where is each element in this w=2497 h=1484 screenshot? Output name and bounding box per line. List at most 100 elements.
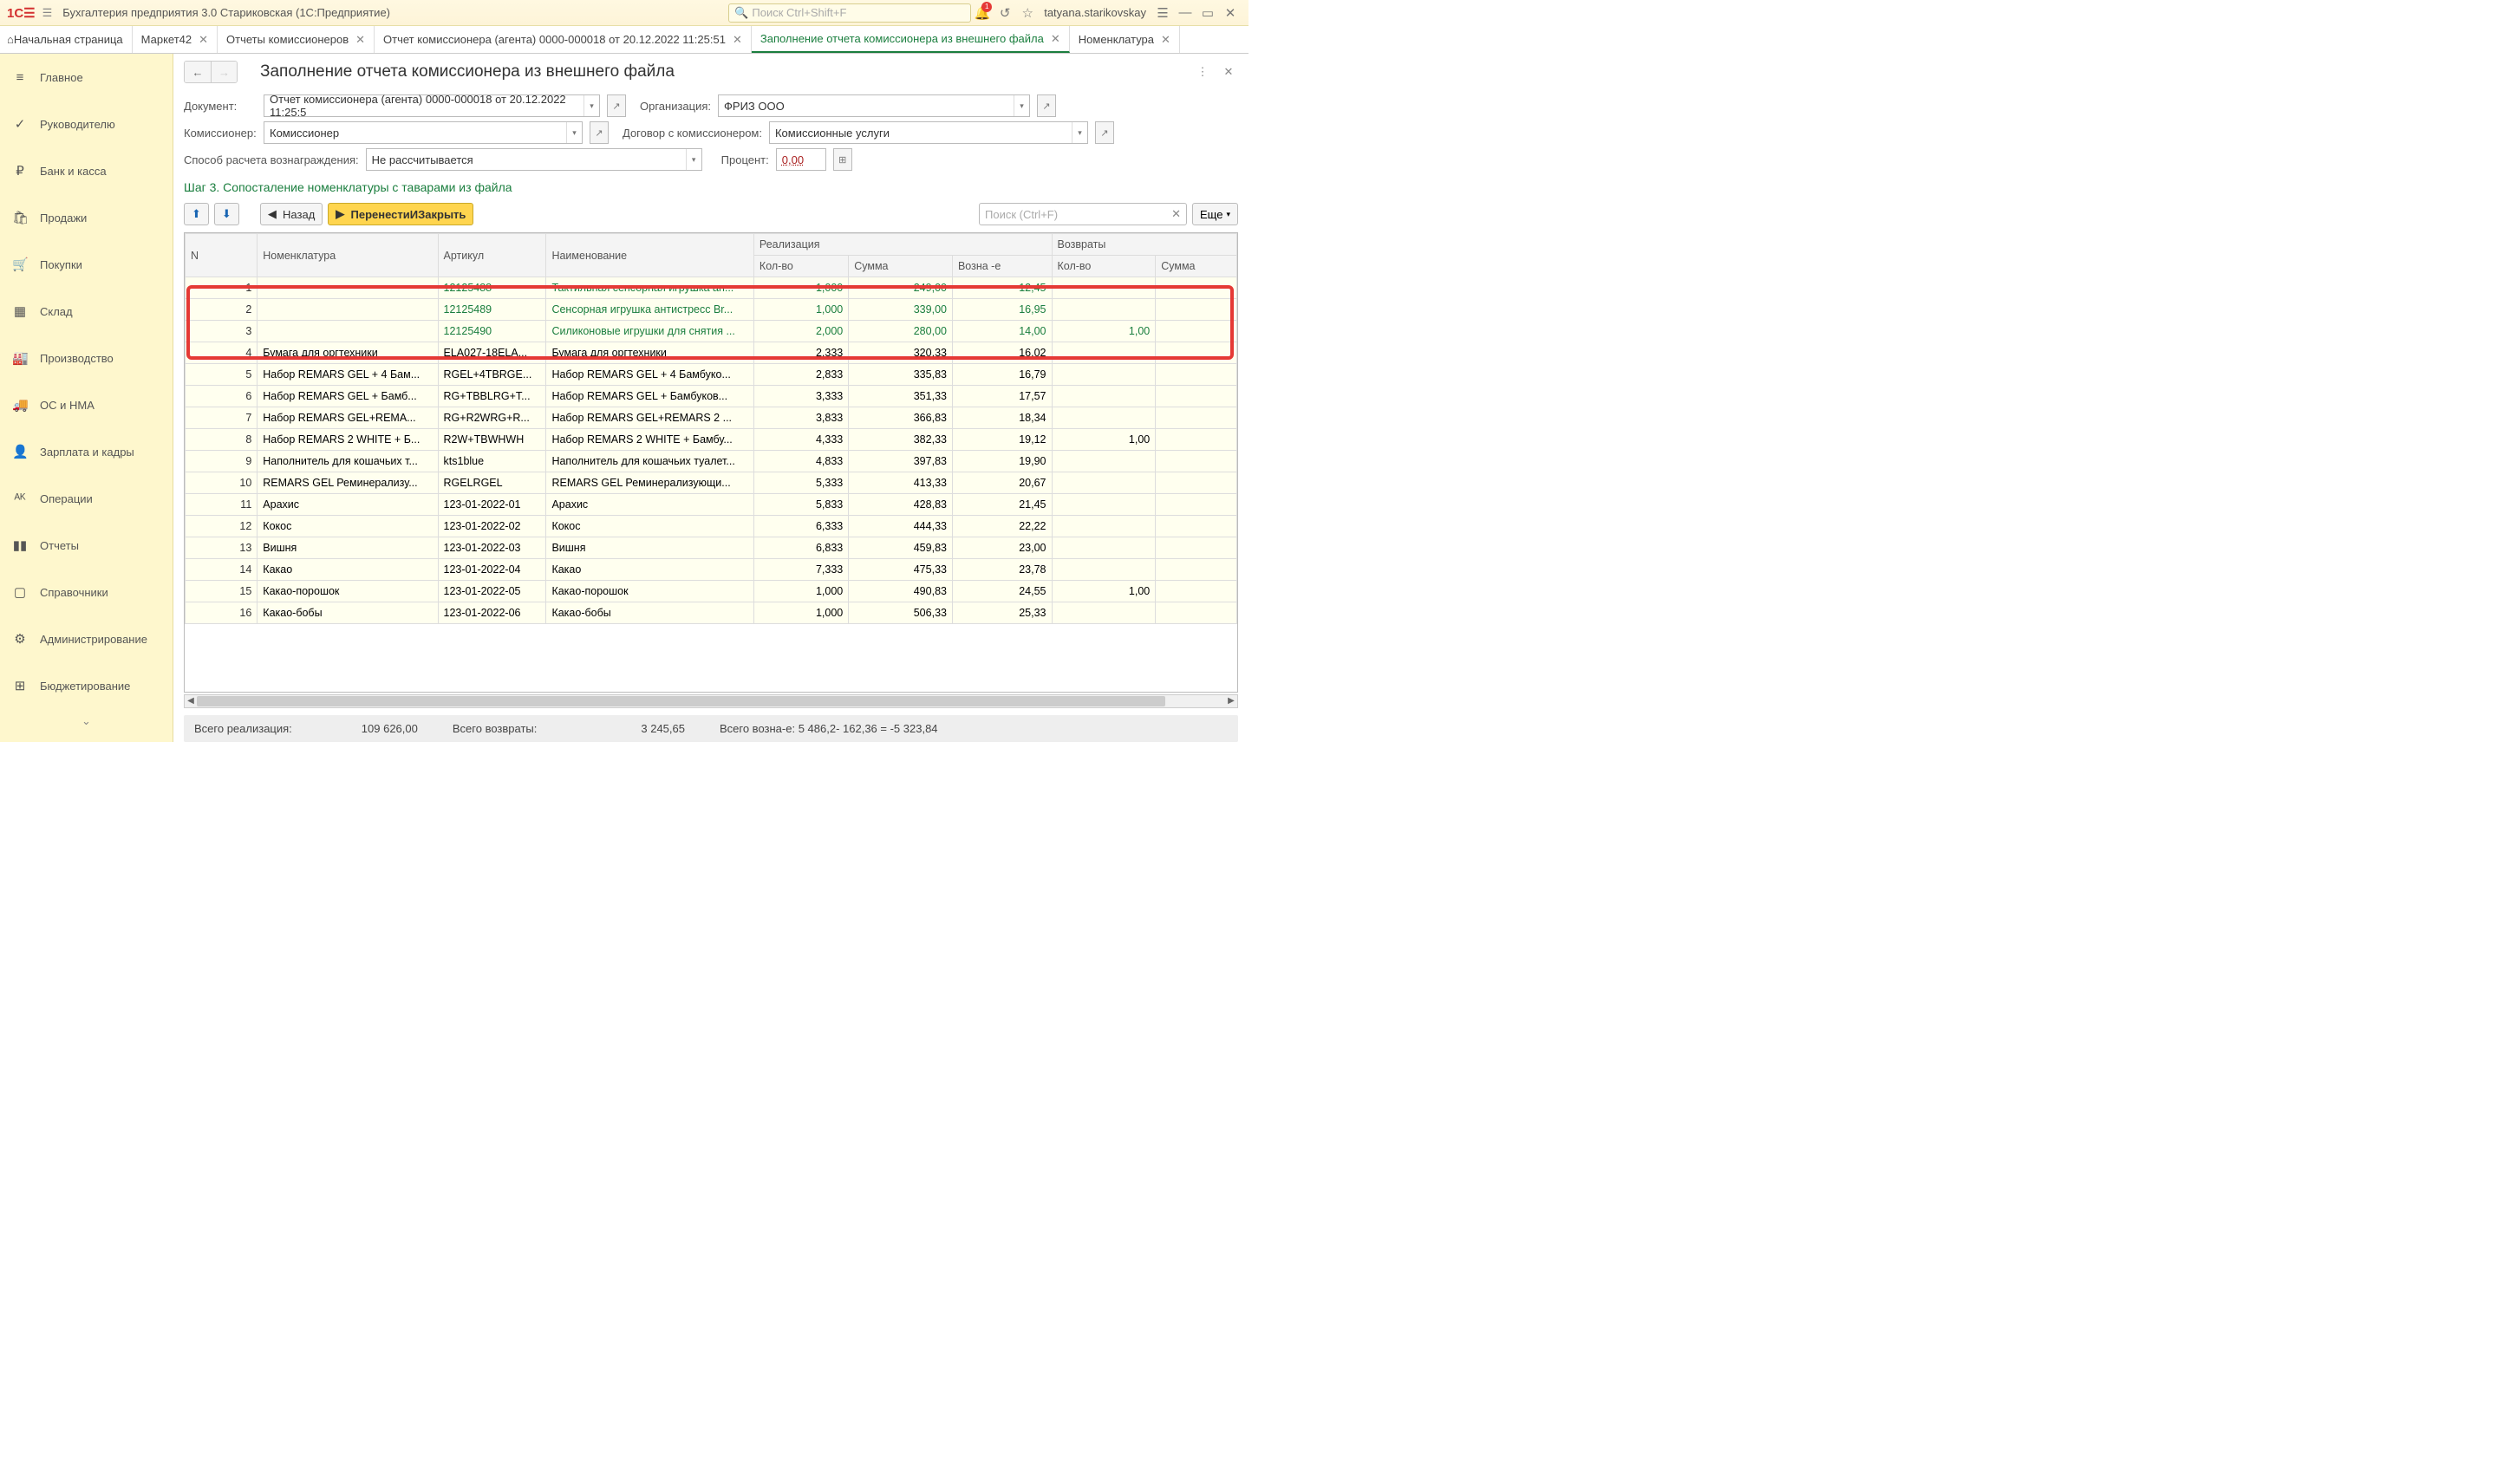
sidebar-item[interactable]: ⊞Бюджетирование [0,662,173,709]
table-row[interactable]: 13Вишня123-01-2022-03Вишня6,833459,8323,… [186,537,1237,559]
cell-ret_sum[interactable] [1156,559,1237,581]
cell-ret_sum[interactable] [1156,321,1237,342]
cell-ret_qty[interactable] [1052,537,1156,559]
cell-n[interactable]: 5 [186,364,258,386]
cell-ret_sum[interactable] [1156,516,1237,537]
cell-ret_qty[interactable] [1052,602,1156,624]
cell-n[interactable]: 15 [186,581,258,602]
cell-ret_qty[interactable]: 1,00 [1052,321,1156,342]
cell-ret_sum[interactable] [1156,407,1237,429]
sidebar-item[interactable]: ᴬᴷОперации [0,475,173,522]
cell-reward[interactable]: 23,78 [952,559,1052,581]
cell-nomen[interactable]: Какао-порошок [258,581,438,602]
cell-sum[interactable]: 428,83 [849,494,953,516]
notifications-icon[interactable]: 🔔1 [971,5,994,21]
cell-nomen[interactable]: Бумага для оргтехники [258,342,438,364]
cell-article[interactable]: 123-01-2022-05 [438,581,546,602]
cell-name[interactable]: Кокос [546,516,753,537]
organization-input[interactable]: ФРИЗ ООО▾ [718,94,1030,117]
cell-ret_sum[interactable] [1156,472,1237,494]
cell-reward[interactable]: 17,57 [952,386,1052,407]
cell-sum[interactable]: 397,83 [849,451,953,472]
cell-n[interactable]: 3 [186,321,258,342]
cell-ret_qty[interactable]: 1,00 [1052,581,1156,602]
horizontal-scrollbar[interactable]: ◀ ▶ [184,694,1238,708]
cell-name[interactable]: Набор REMARS GEL+REMARS 2 ... [546,407,753,429]
cell-name[interactable]: Какао-порошок [546,581,753,602]
cell-name[interactable]: Сенсорная игрушка антистресс Br... [546,299,753,321]
cell-nomen[interactable]: Какао-бобы [258,602,438,624]
cell-article[interactable]: 12125490 [438,321,546,342]
cell-name[interactable]: Вишня [546,537,753,559]
cell-qty[interactable]: 2,833 [753,364,848,386]
cell-n[interactable]: 14 [186,559,258,581]
cell-sum[interactable]: 459,83 [849,537,953,559]
close-page-icon[interactable]: ✕ [1219,65,1238,79]
transfer-close-button[interactable]: ▶ ПеренестиИЗакрыть [328,203,473,225]
col-ret-qty[interactable]: Кол-во [1052,256,1156,277]
table-row[interactable]: 3 12125490Силиконовые игрушки для снятия … [186,321,1237,342]
cell-name[interactable]: Какао [546,559,753,581]
table-row[interactable]: 5Набор REMARS GEL + 4 Бам...RGEL+4TBRGE.… [186,364,1237,386]
cell-article[interactable]: RG+R2WRG+R... [438,407,546,429]
scrollbar-thumb[interactable] [197,696,1165,706]
cell-nomen[interactable]: Набор REMARS 2 WHITE + Б... [258,429,438,451]
cell-reward[interactable]: 23,00 [952,537,1052,559]
sidebar-item[interactable]: ≡Главное [0,54,173,101]
cell-sum[interactable]: 366,83 [849,407,953,429]
back-button[interactable]: ◀ Назад [260,203,323,225]
sidebar-item[interactable]: 🛒Покупки [0,241,173,288]
tab-close-icon[interactable]: ✕ [1051,32,1060,46]
document-open-button[interactable]: ↗ [607,94,626,117]
cell-name[interactable]: Тактильная сенсорная игрушка ан... [546,277,753,299]
cell-qty[interactable]: 4,333 [753,429,848,451]
cell-n[interactable]: 2 [186,299,258,321]
cell-sum[interactable]: 335,83 [849,364,953,386]
cell-article[interactable]: 123-01-2022-02 [438,516,546,537]
commissioner-input[interactable]: Комиссионер▾ [264,121,583,144]
cell-nomen[interactable]: Вишня [258,537,438,559]
move-up-button[interactable]: ⬆ [184,203,209,225]
history-icon[interactable]: ↺ [994,5,1016,21]
sidebar-expand-icon[interactable]: ⌄ [0,709,173,733]
cell-qty[interactable]: 1,000 [753,299,848,321]
cell-qty[interactable]: 5,833 [753,494,848,516]
cell-name[interactable]: Наполнитель для кошачьих туалет... [546,451,753,472]
cell-reward[interactable]: 16,79 [952,364,1052,386]
cell-name[interactable]: Бумага для оргтехники [546,342,753,364]
cell-name[interactable]: Набор REMARS 2 WHITE + Бамбу... [546,429,753,451]
more-menu-icon[interactable]: ⋮ [1193,65,1212,79]
minimize-icon[interactable]: — [1174,5,1196,20]
col-sum[interactable]: Сумма [849,256,953,277]
table-row[interactable]: 9Наполнитель для кошачьих т...kts1blueНа… [186,451,1237,472]
cell-article[interactable]: 12125489 [438,299,546,321]
settings-icon[interactable]: ☰ [1151,5,1174,21]
cell-nomen[interactable]: Какао [258,559,438,581]
table-row[interactable]: 15Какао-порошок123-01-2022-05Какао-порош… [186,581,1237,602]
cell-name[interactable]: Набор REMARS GEL + Бамбуков... [546,386,753,407]
cell-ret_qty[interactable] [1052,277,1156,299]
col-returns[interactable]: Возвраты [1052,234,1237,256]
close-window-icon[interactable]: ✕ [1219,5,1242,21]
sidebar-item[interactable]: ▮▮Отчеты [0,522,173,569]
cell-nomen[interactable] [258,277,438,299]
cell-ret_sum[interactable] [1156,342,1237,364]
scroll-left-icon[interactable]: ◀ [185,695,197,707]
cell-reward[interactable]: 21,45 [952,494,1052,516]
cell-ret_sum[interactable] [1156,299,1237,321]
sidebar-item[interactable]: 🛍Продажи [0,194,173,241]
cell-reward[interactable]: 19,90 [952,451,1052,472]
cell-sum[interactable]: 351,33 [849,386,953,407]
table-row[interactable]: 112125488Тактильная сенсорная игрушка ан… [186,277,1237,299]
cell-ret_qty[interactable] [1052,494,1156,516]
cell-sum[interactable]: 444,33 [849,516,953,537]
cell-qty[interactable]: 6,833 [753,537,848,559]
cell-name[interactable]: Силиконовые игрушки для снятия ... [546,321,753,342]
cell-ret_sum[interactable] [1156,451,1237,472]
table-row[interactable]: 2 12125489Сенсорная игрушка антистресс Br… [186,299,1237,321]
col-name[interactable]: Наименование [546,234,753,277]
cell-n[interactable]: 4 [186,342,258,364]
menu-toggle-icon[interactable]: ☰ [42,6,53,20]
global-search-input[interactable]: 🔍 Поиск Ctrl+Shift+F [728,3,971,23]
cell-sum[interactable]: 280,00 [849,321,953,342]
